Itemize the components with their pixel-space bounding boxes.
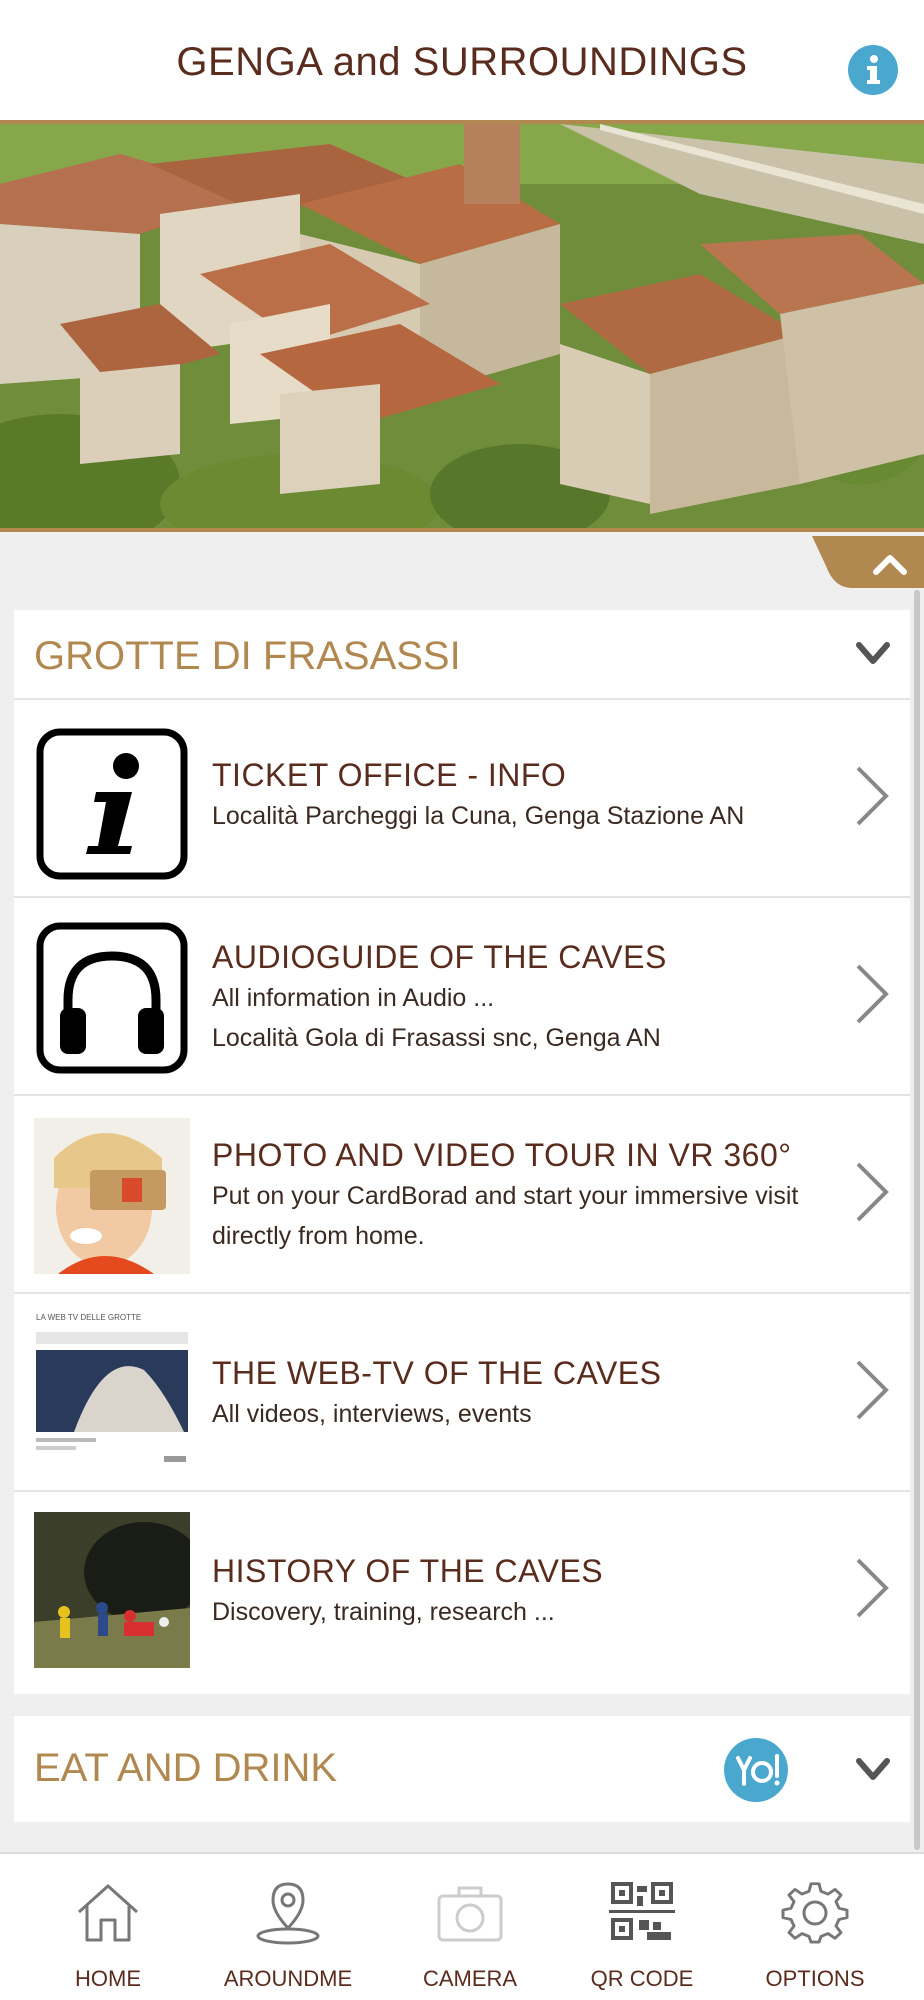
nav-label: AROUNDME xyxy=(223,1966,353,1991)
list-item-web-tv[interactable]: LA WEB TV DELLE GROTTE THE WEB-TV OF THE… xyxy=(14,1294,910,1492)
list-item-subtitle-2: directly from home. xyxy=(212,1222,425,1250)
restaurant-icon xyxy=(724,1738,788,1802)
bottom-navigation: HOME AROUNDME CAMERA QR CODE OPTIONS xyxy=(0,1852,924,2000)
scrollbar[interactable] xyxy=(914,590,920,1850)
nav-aroundme[interactable]: AROUNDME xyxy=(198,1854,378,2000)
info-button[interactable] xyxy=(848,45,898,95)
aerial-photo-genga-village xyxy=(0,124,924,528)
list-item-title: THE WEB-TV OF THE CAVES xyxy=(212,1355,662,1391)
list-item-address: Località Gola di Frasassi snc, Genga AN xyxy=(212,1024,661,1052)
section-eat-and-drink[interactable]: EAT AND DRINK xyxy=(14,1716,910,1822)
headphones-icon xyxy=(36,922,188,1074)
nav-camera[interactable]: CAMERA xyxy=(380,1854,560,2000)
app-header: GENGA and SURROUNDINGS xyxy=(0,0,924,124)
chevron-right-icon xyxy=(856,1162,889,1222)
list-item-title: PHOTO AND VIDEO TOUR IN VR 360° xyxy=(212,1137,792,1173)
list-item-subtitle: All information in Audio ... xyxy=(212,984,495,1012)
hero-image xyxy=(0,124,924,532)
location-pin-icon xyxy=(256,1882,320,1945)
nav-label: CAMERA xyxy=(422,1966,518,1991)
chevron-right-icon xyxy=(856,766,889,826)
home-icon xyxy=(77,1884,139,1942)
gear-icon xyxy=(781,1882,849,1944)
list-item-ticket-office[interactable]: TICKET OFFICE - INFO Località Parcheggi … xyxy=(14,700,910,898)
nav-label: OPTIONS xyxy=(765,1966,865,1991)
list-item-title: HISTORY OF THE CAVES xyxy=(212,1553,604,1589)
qr-code-icon xyxy=(609,1882,675,1940)
list-item-audioguide[interactable]: AUDIOGUIDE OF THE CAVES All information … xyxy=(14,898,910,1096)
vr-cardboard-photo xyxy=(34,1118,190,1274)
nav-options[interactable]: OPTIONS xyxy=(725,1854,905,2000)
nav-home[interactable]: HOME xyxy=(18,1854,198,2000)
web-tv-thumb-text: LA WEB TV DELLE GROTTE xyxy=(36,1313,141,1322)
chevron-right-icon xyxy=(856,964,889,1024)
camera-icon xyxy=(437,1886,503,1942)
section-grotte-di-frasassi: GROTTE DI FRASASSI TICKET OFFICE - INFO … xyxy=(14,610,910,1694)
list-item-title: AUDIOGUIDE OF THE CAVES xyxy=(212,939,667,975)
cave-explorers-photo xyxy=(34,1512,190,1668)
list-item-subtitle: Località Parcheggi la Cuna, Genga Stazio… xyxy=(212,802,745,830)
list-item-subtitle: All videos, interviews, events xyxy=(212,1400,532,1428)
chevron-down-icon xyxy=(856,1758,890,1780)
chevron-right-icon xyxy=(856,1360,889,1420)
info-icon xyxy=(867,55,880,84)
list-item-subtitle: Put on your CardBorad and start your imm… xyxy=(212,1182,799,1210)
info-icon xyxy=(36,728,188,880)
list-item-subtitle: Discovery, training, research ... xyxy=(212,1598,555,1626)
list-item-title: TICKET OFFICE - INFO xyxy=(212,757,567,793)
collapse-hero-button[interactable] xyxy=(812,536,924,588)
chevron-down-icon xyxy=(856,642,890,664)
chevron-right-icon xyxy=(856,1558,889,1618)
section-header[interactable]: GROTTE DI FRASASSI xyxy=(14,610,910,700)
page-title: GENGA and SURROUNDINGS xyxy=(176,40,748,84)
nav-label: QR CODE xyxy=(590,1966,694,1991)
nav-qr-code[interactable]: QR CODE xyxy=(552,1854,732,2000)
list-item-history[interactable]: HISTORY OF THE CAVES Discovery, training… xyxy=(14,1492,910,1690)
nav-label: HOME xyxy=(75,1966,141,1991)
section-title: EAT AND DRINK xyxy=(34,1746,338,1790)
list-item-vr-tour[interactable]: PHOTO AND VIDEO TOUR IN VR 360° Put on y… xyxy=(14,1096,910,1294)
section-title: GROTTE DI FRASASSI xyxy=(34,634,461,678)
web-tv-screenshot: LA WEB TV DELLE GROTTE xyxy=(34,1310,190,1466)
